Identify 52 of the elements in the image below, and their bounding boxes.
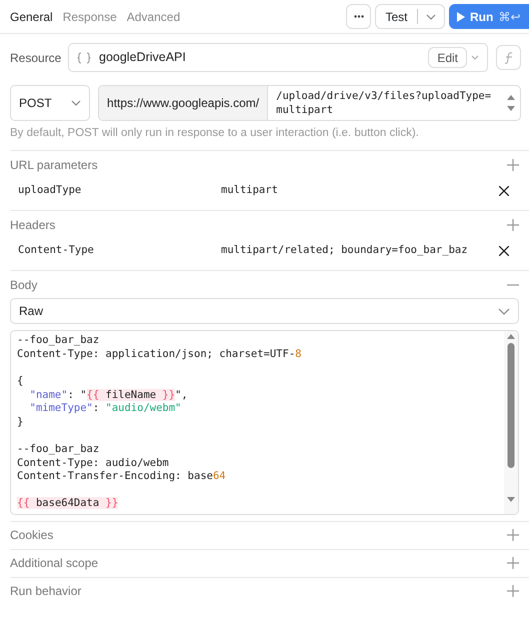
ellipsis-icon [354,15,364,18]
braces-icon [77,52,91,64]
resource-label: Resource [10,50,62,66]
close-icon[interactable] [499,186,509,196]
run-button[interactable]: Run ⌘↩ [449,4,529,29]
section-title[interactable]: Additional scope [10,554,98,572]
edit-button[interactable]: Edit [428,47,467,68]
resource-select[interactable]: googleDriveAPI Edit [68,43,488,72]
caret-icon [426,14,436,20]
tab[interactable]: General [10,8,53,26]
param-key: Content-Type [18,243,221,260]
close-icon[interactable] [499,246,509,256]
tab[interactable]: Response [62,8,117,26]
caret-icon [498,308,510,315]
code-line: "mimeType": "audio/webm" [28,402,182,416]
section-title[interactable]: Cookies [10,526,54,544]
add-icon[interactable] [507,218,519,231]
param-value: multipart/related; boundary=foo_bar_baz [221,243,469,258]
add-icon[interactable] [507,158,519,171]
section-title[interactable]: Body [10,276,38,294]
tab[interactable]: Advanced [126,8,180,26]
function-icon [504,52,514,64]
play-icon [457,12,465,22]
code-editor[interactable] [10,330,519,515]
code-line: { [17,374,24,389]
request-hint: By default, POST will only run in response to a user interaction (i.e. button click). [10,126,420,141]
section-title[interactable]: Headers [10,216,56,234]
caret-icon [71,100,82,106]
code-line: --foo_bar_baz [17,334,100,348]
resource-dropdown-button[interactable] [471,55,479,60]
code-line: } [17,416,24,430]
caret-icon [471,55,479,60]
code-line: "name": "{{ fileName }}", [28,388,189,402]
method-select[interactable]: POST [10,85,90,121]
function-button[interactable] [496,45,521,70]
code-line: {{ base64Data }} [17,496,120,511]
code-line: Content-Type: application/json; charset=UTF-8 [17,348,302,362]
param-key: uploadType [18,183,221,200]
code-line: --foo_bar_baz [17,442,100,457]
body-type-select[interactable]: Raw [10,298,519,324]
add-icon[interactable] [507,529,519,542]
resource-name: googleDriveAPI [99,49,187,66]
more-button[interactable] [346,4,371,29]
section-title[interactable]: Run behavior [10,582,82,600]
add-icon[interactable] [507,557,519,570]
param-value: multipart [221,183,279,198]
code-line: Content-Type: audio/webm [17,456,170,470]
code-line: Content-Transfer-Encoding: base64 [17,470,227,484]
add-icon[interactable] [507,585,519,598]
shortcut-label: ⌘↩ [498,8,520,26]
run-label: Run [470,8,494,26]
section-title[interactable]: URL parameters [10,156,98,174]
